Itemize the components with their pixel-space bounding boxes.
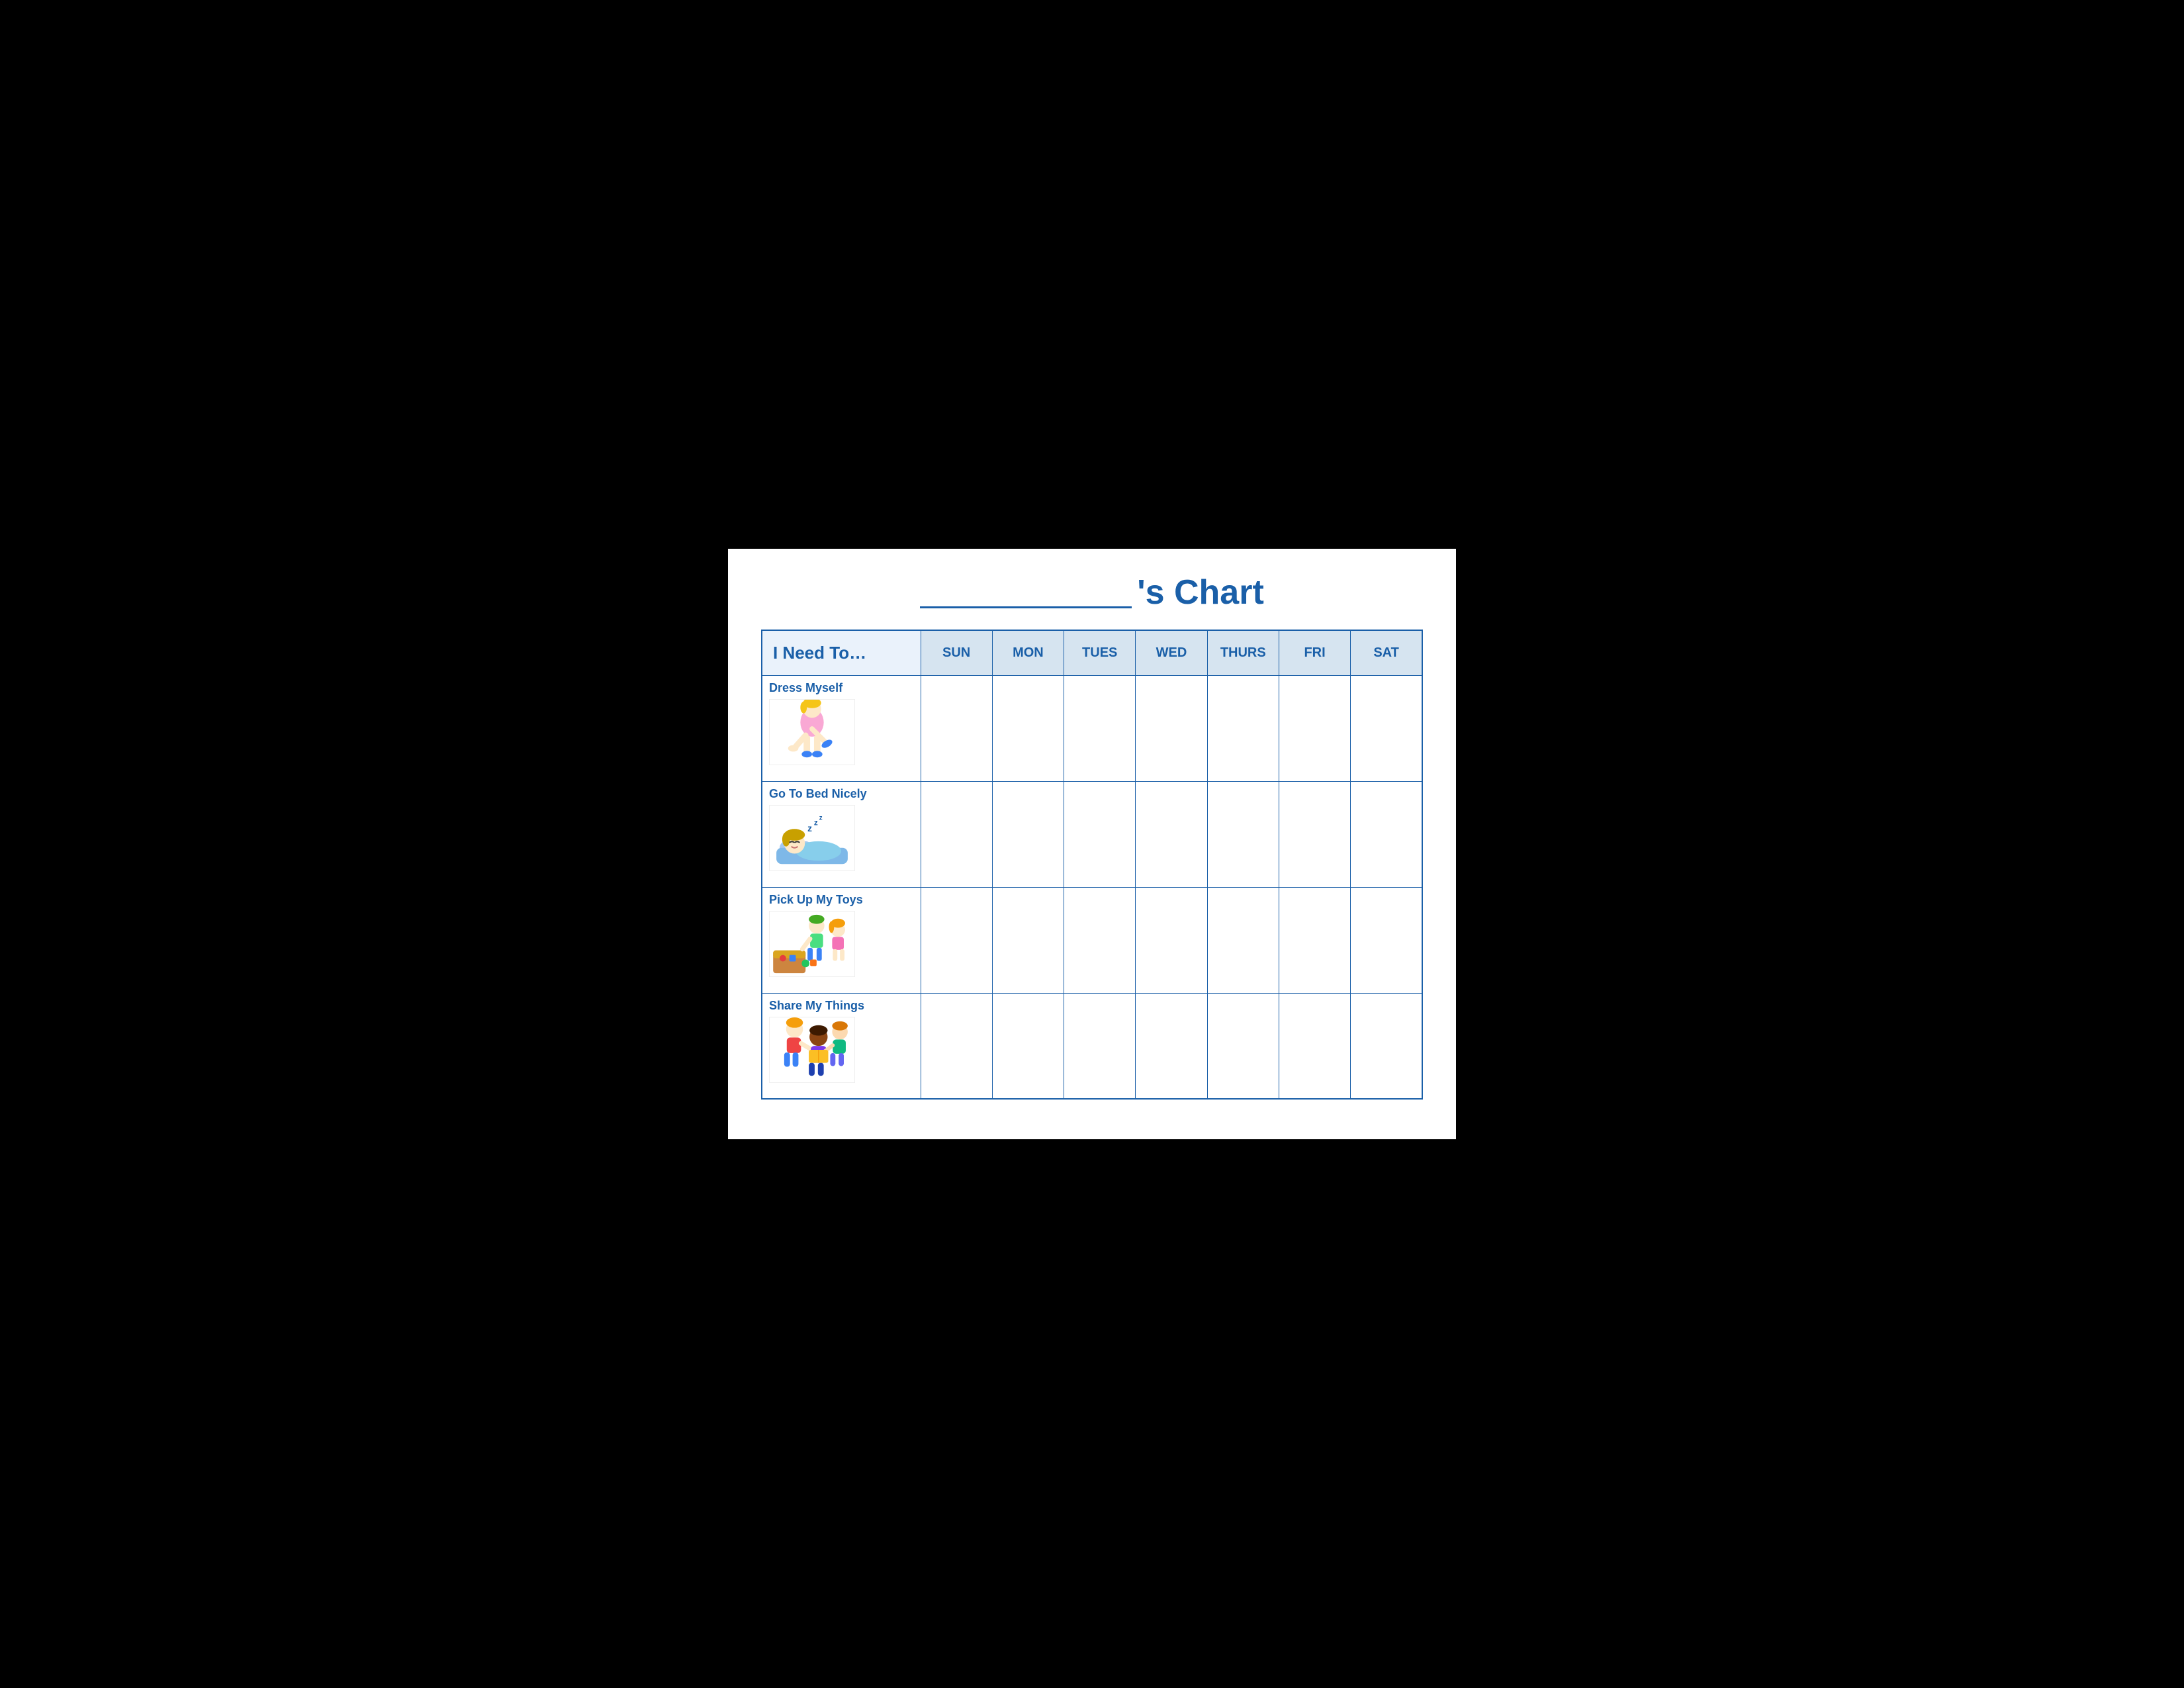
header-wed: WED — [1136, 630, 1207, 676]
day-cell-share-sun[interactable] — [921, 993, 992, 1099]
title-area: 's Chart — [761, 575, 1423, 610]
svg-text:z: z — [814, 818, 818, 827]
header-fri: FRI — [1279, 630, 1350, 676]
day-cell-bed-sun[interactable] — [921, 781, 992, 887]
task-cell-pick-up-toys: Pick Up My Toys — [762, 887, 921, 993]
day-cell-share-thurs[interactable] — [1207, 993, 1279, 1099]
task-label-go-to-bed: Go To Bed Nicely — [769, 787, 914, 801]
chart-title: 's Chart — [1137, 575, 1264, 610]
day-cell-bed-tues[interactable] — [1064, 781, 1136, 887]
task-label-share-things: Share My Things — [769, 999, 914, 1013]
day-cell-share-wed[interactable] — [1136, 993, 1207, 1099]
task-image-pick-up-toys — [769, 911, 855, 977]
day-cell-toys-sat[interactable] — [1351, 887, 1422, 993]
day-cell-dress-tues[interactable] — [1064, 675, 1136, 781]
day-cell-share-tues[interactable] — [1064, 993, 1136, 1099]
name-line-wrapper — [920, 606, 1132, 610]
day-cell-dress-fri[interactable] — [1279, 675, 1350, 781]
day-cell-bed-mon[interactable] — [992, 781, 1064, 887]
task-cell-dress-myself: Dress Myself — [762, 675, 921, 781]
first-col-header: I Need To… — [762, 630, 921, 676]
chore-chart-table: I Need To… SUN MON TUES WED THURS FRI SA… — [761, 630, 1423, 1100]
task-label-dress-myself: Dress Myself — [769, 681, 914, 695]
day-cell-dress-wed[interactable] — [1136, 675, 1207, 781]
header-thurs: THURS — [1207, 630, 1279, 676]
day-cell-bed-fri[interactable] — [1279, 781, 1350, 887]
page: 's Chart I Need To… SUN MON TUES WED THU… — [728, 549, 1456, 1140]
task-row-dress-myself: Dress Myself — [762, 675, 1422, 781]
task-cell-go-to-bed: Go To Bed Nicely — [762, 781, 921, 887]
task-cell-share-things: Share My Things — [762, 993, 921, 1099]
name-underline — [920, 606, 1132, 608]
day-cell-share-sat[interactable] — [1351, 993, 1422, 1099]
task-image-share-things — [769, 1017, 855, 1083]
task-label-pick-up-toys: Pick Up My Toys — [769, 893, 914, 907]
header-row: I Need To… SUN MON TUES WED THURS FRI SA… — [762, 630, 1422, 676]
day-cell-share-mon[interactable] — [992, 993, 1064, 1099]
header-sun: SUN — [921, 630, 992, 676]
day-cell-share-fri[interactable] — [1279, 993, 1350, 1099]
day-cell-dress-sat[interactable] — [1351, 675, 1422, 781]
day-cell-dress-thurs[interactable] — [1207, 675, 1279, 781]
day-cell-toys-sun[interactable] — [921, 887, 992, 993]
day-cell-toys-wed[interactable] — [1136, 887, 1207, 993]
day-cell-dress-mon[interactable] — [992, 675, 1064, 781]
task-row-pick-up-toys: Pick Up My Toys — [762, 887, 1422, 993]
day-cell-bed-thurs[interactable] — [1207, 781, 1279, 887]
day-cell-toys-tues[interactable] — [1064, 887, 1136, 993]
task-image-go-to-bed: z z z — [769, 805, 855, 871]
day-cell-dress-sun[interactable] — [921, 675, 992, 781]
header-mon: MON — [992, 630, 1064, 676]
header-sat: SAT — [1351, 630, 1422, 676]
day-cell-toys-thurs[interactable] — [1207, 887, 1279, 993]
svg-text:z: z — [807, 823, 812, 833]
day-cell-bed-wed[interactable] — [1136, 781, 1207, 887]
task-image-dress-myself — [769, 699, 855, 765]
day-cell-toys-mon[interactable] — [992, 887, 1064, 993]
svg-text:z: z — [819, 814, 823, 821]
header-tues: TUES — [1064, 630, 1136, 676]
day-cell-bed-sat[interactable] — [1351, 781, 1422, 887]
task-row-go-to-bed: Go To Bed Nicely — [762, 781, 1422, 887]
day-cell-toys-fri[interactable] — [1279, 887, 1350, 993]
task-row-share-things: Share My Things — [762, 993, 1422, 1099]
